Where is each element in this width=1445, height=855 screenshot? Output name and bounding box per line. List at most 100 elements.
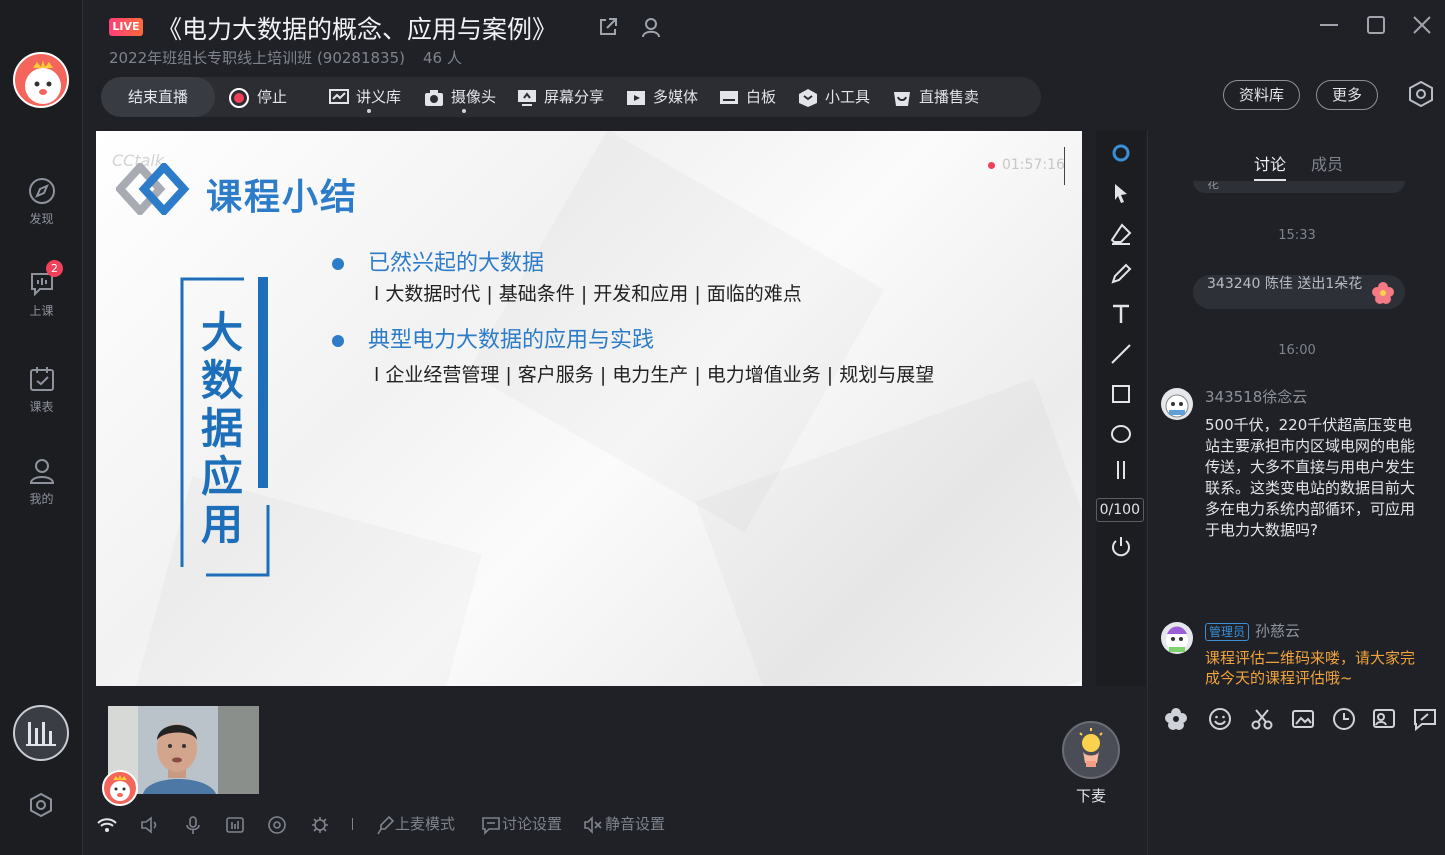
lightbulb-hand-icon xyxy=(1079,728,1103,767)
screenshot-button[interactable] xyxy=(1249,706,1275,732)
app-window: 发现 上课 2 课表 我的 LIVE 《电力大数据的概念、应用与案例》 2022… xyxy=(0,0,1445,855)
mic-mode-label: 上麦模式 xyxy=(395,815,456,833)
discussion-settings-button[interactable]: 讨论设置 xyxy=(480,812,562,836)
line-tool[interactable] xyxy=(1109,342,1133,366)
mic-mode-button[interactable]: 上麦模式 xyxy=(377,812,455,836)
stats-button[interactable] xyxy=(13,705,69,761)
close-button[interactable] xyxy=(1409,12,1435,38)
more-button[interactable]: 更多 xyxy=(1316,80,1378,110)
sidebar-item-me[interactable]: 我的 xyxy=(0,456,83,507)
sidebar-item-label: 我的 xyxy=(29,492,54,506)
page-indicator: 0/100 xyxy=(1096,498,1144,522)
speaker-button[interactable] xyxy=(139,812,161,836)
discussion-settings-label: 讨论设置 xyxy=(502,815,563,833)
library-button[interactable]: 资料库 xyxy=(1223,80,1300,110)
stop-button[interactable]: 停止 xyxy=(229,77,287,117)
user-avatar[interactable] xyxy=(13,52,69,108)
sidebar-item-discover[interactable]: 发现 xyxy=(0,176,83,227)
toolbar-item-handouts[interactable]: 讲义库 xyxy=(328,77,401,117)
sidebar-item-label: 上课 xyxy=(29,304,54,318)
avatar[interactable] xyxy=(1161,622,1193,654)
send-flower-button[interactable] xyxy=(1163,706,1189,732)
bullet-dot xyxy=(332,258,344,270)
ellipse-tool[interactable] xyxy=(1109,422,1133,446)
share-button[interactable] xyxy=(597,16,619,42)
settings-button[interactable] xyxy=(28,792,54,822)
invite-button[interactable] xyxy=(640,16,664,44)
sidebar-item-schedule[interactable]: 课表 xyxy=(0,364,83,415)
mute-settings-button[interactable]: 静音设置 xyxy=(583,812,665,836)
pointer-tool[interactable] xyxy=(1109,181,1133,205)
toolbar-label: 白板 xyxy=(746,88,777,106)
gift-text: 343240 陈佳 送出1朵花 xyxy=(1207,276,1363,292)
mic-mode-icon xyxy=(377,815,395,834)
sidebar-item-label: 发现 xyxy=(29,212,54,226)
admin-badge: 管理员 xyxy=(1205,623,1250,641)
toolbar-item-tools[interactable]: 小工具 xyxy=(797,77,870,117)
power-icon xyxy=(1112,537,1130,557)
section-heading: 已然兴起的大数据 xyxy=(332,245,544,277)
leave-mic-button[interactable] xyxy=(1062,721,1120,779)
toolbar-label: 摄像头 xyxy=(451,88,497,106)
external-link-icon xyxy=(600,18,617,35)
history-button[interactable] xyxy=(1331,706,1357,732)
gift-message: 343240 陈佳 送出1朵花 xyxy=(1193,275,1405,309)
scissors-icon xyxy=(1251,709,1273,730)
sidebar-item-class[interactable]: 上课 2 xyxy=(0,260,83,319)
beauty-filter-button[interactable] xyxy=(266,812,288,836)
rectangle-tool[interactable] xyxy=(1109,382,1133,406)
toolbar-item-live-sales[interactable]: 直播售卖 xyxy=(891,77,979,117)
mute-settings-label: 静音设置 xyxy=(605,815,666,833)
network-button[interactable] xyxy=(96,812,118,836)
text-tool[interactable] xyxy=(1109,302,1133,326)
bar-stats-icon xyxy=(26,722,56,746)
pen-icon xyxy=(1111,263,1132,284)
microphone-icon xyxy=(186,815,200,834)
notification-badge: 2 xyxy=(46,260,63,277)
toolbar-item-multimedia[interactable]: 多媒体 xyxy=(625,77,698,117)
top-settings-button[interactable] xyxy=(1408,80,1434,112)
emoji-button[interactable] xyxy=(1207,706,1233,732)
image-button[interactable] xyxy=(1290,706,1316,732)
toolbar-item-camera[interactable]: 摄像头 xyxy=(423,77,496,117)
maximize-button[interactable] xyxy=(1363,12,1389,38)
pen-tool[interactable] xyxy=(1109,262,1133,286)
avatar[interactable] xyxy=(1161,388,1193,420)
minimize-button[interactable] xyxy=(1316,12,1342,38)
toolbox-icon xyxy=(799,88,817,107)
video-settings-button[interactable] xyxy=(309,812,331,836)
quick-reply-button[interactable] xyxy=(1412,706,1438,732)
presentation-slide: CCtalk 课程小结 01:57:16 大数据应用 已然兴起的大数据 l 大数… xyxy=(96,131,1082,686)
chat-tool-row xyxy=(1148,704,1445,732)
chat-panel: 讨论 成员 花 15:33 343240 陈佳 送出1朵花 16:00 3435… xyxy=(1147,131,1445,855)
eraser-tool[interactable] xyxy=(1109,222,1133,246)
screen-share-icon xyxy=(518,89,536,106)
toolbar-item-whiteboard[interactable]: 白板 xyxy=(718,77,776,117)
camera-icon xyxy=(425,89,443,106)
toolbar-label: 讲义库 xyxy=(356,88,402,106)
section-heading-text: 已然兴起的大数据 xyxy=(368,251,545,276)
circle-cursor-icon xyxy=(1112,144,1130,162)
tab-discussion[interactable]: 讨论 xyxy=(1254,151,1287,181)
chat-username: 孙慈云 xyxy=(1255,622,1301,640)
class-name: 2022年班组长专职线上培训班 (90281835) xyxy=(109,49,405,67)
member-screen-button[interactable] xyxy=(1371,706,1397,732)
indicator-dot xyxy=(462,109,466,113)
speaker-icon xyxy=(141,815,157,834)
microphone-button[interactable] xyxy=(182,812,204,836)
power-tool[interactable] xyxy=(1109,535,1133,559)
maximize-icon xyxy=(1367,16,1385,34)
toolbar-item-screen-share[interactable]: 屏幕分享 xyxy=(516,77,604,117)
quick-reply-icon xyxy=(1414,709,1436,732)
gear-icon xyxy=(312,816,328,833)
chat-timestamp: 16:00 xyxy=(1278,343,1316,358)
end-live-button[interactable]: 结束直播 xyxy=(101,77,215,117)
tab-members[interactable]: 成员 xyxy=(1311,151,1343,175)
ellipse-icon xyxy=(1111,425,1131,443)
whiteboard-icon xyxy=(720,90,738,104)
audio-mixer-button[interactable] xyxy=(224,812,246,836)
circle-cursor-tool[interactable] xyxy=(1109,141,1133,165)
pause-tool[interactable] xyxy=(1109,458,1133,482)
presenter-avatar[interactable] xyxy=(102,770,138,806)
chat-scroll-fragment: 花 xyxy=(1193,181,1405,193)
